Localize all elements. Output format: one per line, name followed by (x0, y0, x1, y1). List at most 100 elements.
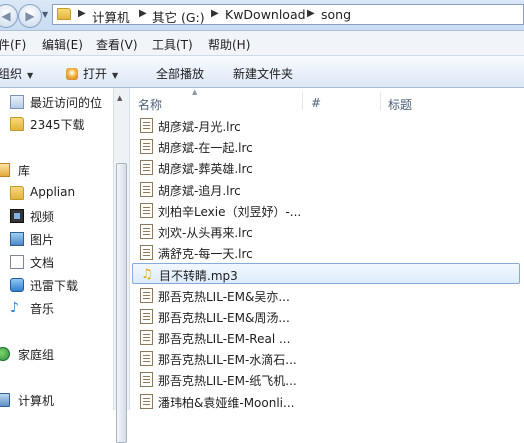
lyrics-file-icon (140, 203, 153, 218)
column-divider[interactable] (302, 92, 303, 110)
file-name: 那吾克热LIL-EM-水滴石... (158, 353, 297, 367)
lyrics-file-icon (140, 224, 153, 239)
file-name: 那吾克热LIL-EM-纸飞机... (158, 374, 297, 388)
breadcrumb-separator-icon[interactable]: ▶ (211, 8, 219, 19)
scrollbar-thumb[interactable] (116, 163, 127, 443)
menu-help[interactable]: 帮助(H) (208, 36, 250, 53)
lyrics-file-icon (140, 118, 153, 133)
file-row[interactable]: 潘玮柏&袁娅维-Moonli... (132, 391, 520, 410)
folder-icon (10, 117, 24, 131)
lyrics-file-icon (140, 182, 153, 197)
address-bar: ◀ ▶ ▼ ▶ 计算机 ▶ 其它 (G:) ▶ KwDownload ▶ son… (0, 0, 524, 31)
file-row[interactable]: 满舒克-每一天.lrc (132, 242, 520, 263)
menu-bar: 件(F) 编辑(E) 查看(V) 工具(T) 帮助(H) (0, 31, 524, 55)
organize-label: 组织 (0, 67, 23, 81)
command-bar: 组织 ▼ 打开 ▼ 全部播放 新建文件夹 (0, 55, 524, 88)
nav-item-label: 库 (18, 164, 31, 178)
file-row[interactable]: 胡彦斌-葬英雄.lrc (132, 157, 520, 178)
open-icon (66, 68, 78, 80)
file-name: 刘柏辛Lexie（刘昱妤）-... (158, 205, 302, 219)
folder-icon (57, 8, 71, 20)
file-row[interactable]: 胡彦斌-在一起.lrc (132, 136, 520, 157)
breadcrumb-kwdownload[interactable]: KwDownload (225, 7, 306, 22)
file-name: 刘欢-从头再来.lrc (158, 226, 253, 240)
file-row[interactable]: 那吾克热LIL-EM-水滴石... (132, 348, 520, 369)
breadcrumb-separator-icon[interactable]: ▶ (139, 8, 147, 19)
music-icon: ♪ (10, 300, 19, 316)
file-name: 胡彦斌-月光.lrc (158, 120, 241, 134)
column-header-number[interactable]: # (311, 96, 321, 110)
menu-tools[interactable]: 工具(T) (152, 36, 193, 53)
xunlei-icon (10, 278, 24, 292)
file-row[interactable]: 那吾克热LIL-EM-Real ... (132, 327, 520, 348)
lyrics-file-icon (140, 351, 153, 366)
file-name: 潘玮柏&袁娅维-Moonli... (158, 396, 295, 410)
file-row[interactable]: 刘欢-从头再来.lrc (132, 221, 520, 242)
file-name: 胡彦斌-在一起.lrc (158, 141, 253, 155)
file-row[interactable]: 刘柏辛Lexie（刘昱妤）-... (132, 200, 520, 221)
lyrics-file-icon (140, 394, 153, 409)
column-header-title[interactable]: 标题 (388, 96, 412, 113)
open-label: 打开 (83, 67, 108, 81)
recent-pages-dropdown-icon[interactable]: ▼ (42, 10, 48, 19)
breadcrumb-drive-g[interactable]: 其它 (G:) (152, 7, 205, 26)
folder-icon (10, 186, 24, 200)
homegroup-icon (0, 347, 10, 361)
column-header: ▲ 名称 # 标题 (130, 88, 524, 113)
file-name: 胡彦斌-追月.lrc (158, 184, 241, 198)
document-icon (10, 255, 24, 269)
video-icon (10, 209, 24, 223)
lyrics-file-icon (140, 330, 153, 345)
new-folder-button[interactable]: 新建文件夹 (233, 65, 293, 82)
chevron-down-icon: ▼ (27, 71, 34, 80)
scroll-up-icon[interactable]: ▲ (117, 94, 122, 102)
organize-button[interactable]: 组织 ▼ (0, 65, 33, 82)
nav-item-label: 音乐 (30, 302, 55, 316)
nav-item-label: 计算机 (18, 394, 55, 408)
open-button[interactable]: 打开 ▼ (66, 65, 118, 82)
sort-indicator-icon: ▲ (192, 88, 198, 96)
lyrics-file-icon (140, 160, 153, 175)
forward-button[interactable]: ▶ (18, 4, 42, 28)
navigation-pane: 最近访问的位 2345下载 库 Applian 视频 图片 文档 迅雷下载 ♪ … (0, 88, 113, 410)
column-header-name[interactable]: 名称 (138, 96, 162, 113)
navigation-scrollbar[interactable]: ▲ (113, 88, 130, 443)
breadcrumb-separator-icon[interactable]: ▶ (307, 8, 315, 19)
nav-item-label: Applian (30, 185, 76, 199)
recent-places-icon (10, 95, 24, 109)
back-button[interactable]: ◀ (0, 4, 18, 28)
file-name: 满舒克-每一天.lrc (158, 247, 253, 261)
play-all-button[interactable]: 全部播放 (156, 65, 204, 82)
menu-edit[interactable]: 编辑(E) (42, 36, 83, 53)
file-row[interactable]: 胡彦斌-追月.lrc (132, 179, 520, 200)
library-icon (0, 163, 10, 177)
file-list: ▲ 名称 # 标题 胡彦斌-月光.lrc 胡彦斌-在一起.lrc 胡彦斌-葬英雄.l… (130, 88, 524, 410)
breadcrumb-song[interactable]: song (321, 7, 351, 22)
breadcrumb-separator-icon[interactable]: ▶ (78, 8, 86, 19)
file-name: 目不转睛.mp3 (159, 269, 238, 283)
picture-icon (10, 232, 24, 246)
menu-file[interactable]: 件(F) (0, 36, 26, 53)
nav-item-label: 家庭组 (18, 348, 55, 362)
file-row[interactable]: 那吾克热LIL-EM&周汤... (132, 306, 520, 327)
file-name: 胡彦斌-葬英雄.lrc (158, 162, 253, 176)
menu-view[interactable]: 查看(V) (96, 36, 138, 53)
breadcrumb-computer[interactable]: 计算机 (92, 7, 130, 26)
address-field[interactable]: ▶ 计算机 ▶ 其它 (G:) ▶ KwDownload ▶ song (52, 4, 524, 25)
file-row[interactable]: ♫ 目不转睛.mp3 (132, 263, 520, 284)
file-name: 那吾克热LIL-EM-Real ... (158, 332, 291, 346)
lyrics-file-icon (140, 139, 153, 154)
file-row[interactable]: 那吾克热LIL-EM-纸飞机... (132, 369, 520, 390)
nav-item-label: 迅雷下载 (30, 279, 79, 293)
nav-item-label: 2345下载 (30, 118, 85, 132)
file-row[interactable]: 那吾克热LIL-EM&吴亦... (132, 285, 520, 306)
nav-item-label: 最近访问的位 (30, 96, 103, 110)
lyrics-file-icon (140, 372, 153, 387)
lyrics-file-icon (140, 245, 153, 260)
column-divider[interactable] (380, 92, 381, 110)
file-name: 那吾克热LIL-EM&周汤... (158, 311, 290, 325)
lyrics-file-icon (140, 288, 153, 303)
nav-item-label: 图片 (30, 233, 55, 247)
nav-item-label: 视频 (30, 210, 55, 224)
file-row[interactable]: 胡彦斌-月光.lrc (132, 115, 520, 136)
